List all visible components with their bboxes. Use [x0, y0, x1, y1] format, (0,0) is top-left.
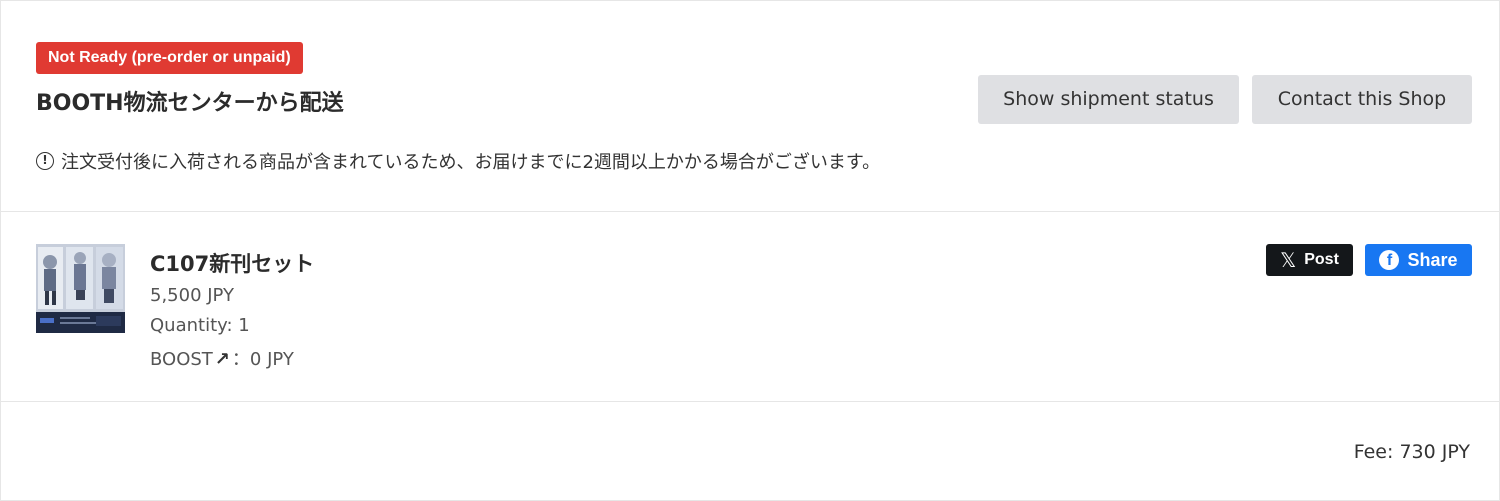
facebook-icon: f: [1379, 250, 1400, 270]
x-logo-icon: 𝕏: [1280, 249, 1297, 272]
item-boost: BOOST ↗ ：0 JPY: [150, 345, 294, 371]
share-label: Share: [1407, 249, 1458, 270]
arrow-up-right-icon: ↗: [214, 349, 230, 370]
show-shipment-status-button[interactable]: Show shipment status: [978, 75, 1239, 124]
quantity-label: Quantity:: [150, 315, 233, 336]
item-price: 5,500 JPY: [150, 285, 235, 306]
shipment-title: BOOTH物流センターから配送: [36, 91, 344, 116]
share-facebook-button[interactable]: f Share: [1365, 244, 1472, 276]
item-thumbnail[interactable]: [36, 244, 125, 333]
divider: [1, 401, 1500, 402]
item-name[interactable]: C107新刊セット: [150, 248, 314, 278]
shipment-header: Not Ready (pre-order or unpaid) BOOTH物流セ…: [1, 1, 1500, 211]
divider: [1, 211, 1500, 212]
shipping-notice: ! 注文受付後に入荷される商品が含まれているため、お届けまでに2週間以上かかる場…: [36, 148, 880, 174]
item-quantity: Quantity: 1: [150, 315, 250, 336]
post-label: Post: [1304, 251, 1339, 268]
notice-text: 注文受付後に入荷される商品が含まれているため、お届けまでに2週間以上かかる場合が…: [61, 152, 881, 173]
contact-shop-button[interactable]: Contact this Shop: [1252, 75, 1472, 124]
shipping-fee: Fee: 730 JPY: [1354, 441, 1470, 463]
order-card: Not Ready (pre-order or unpaid) BOOTH物流セ…: [0, 0, 1500, 501]
status-badge: Not Ready (pre-order or unpaid): [36, 42, 303, 74]
exclamation-circle-icon: !: [36, 152, 54, 170]
post-to-x-button[interactable]: 𝕏 Post: [1266, 244, 1353, 276]
boost-value: ：0 JPY: [231, 349, 294, 370]
fee-label: Fee:: [1353, 441, 1394, 463]
boost-label: BOOST: [150, 349, 213, 370]
quantity-value: 1: [238, 315, 250, 336]
fee-value: 730 JPY: [1399, 441, 1470, 463]
item-thumbnail-image: [36, 244, 125, 333]
